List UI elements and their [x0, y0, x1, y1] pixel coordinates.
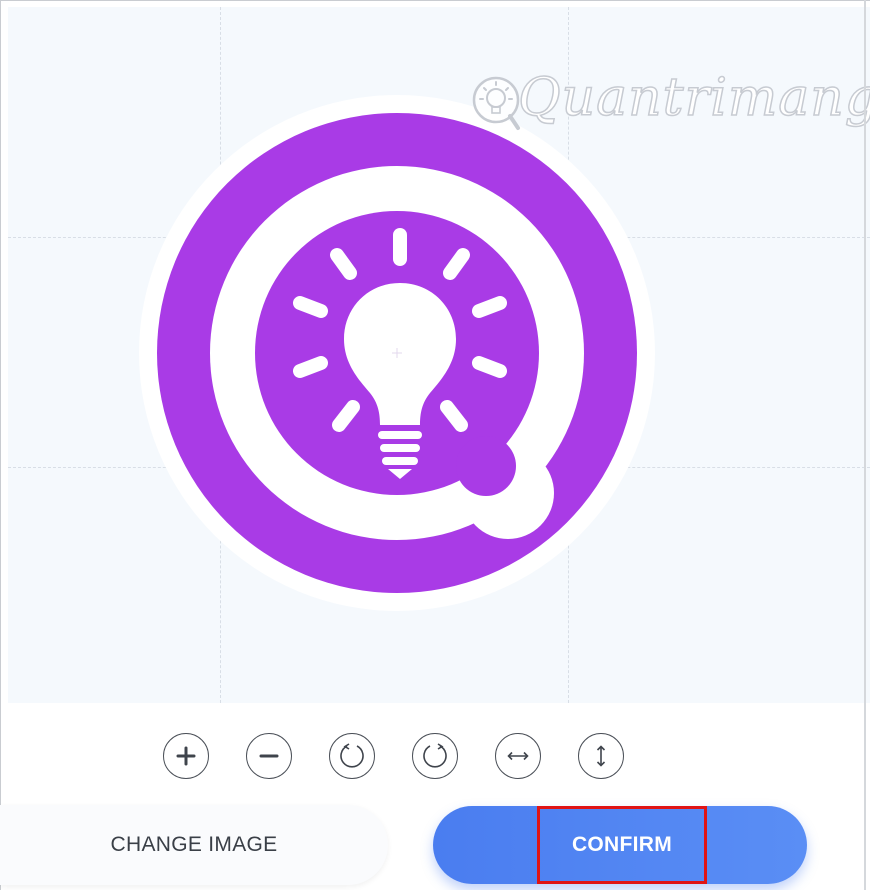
- confirm-label: CONFIRM: [571, 833, 673, 856]
- confirm-highlight-box: CONFIRM: [537, 806, 707, 884]
- watermark-logo: Quantrimang: [466, 62, 870, 152]
- watermark-text: Quantrimang: [517, 67, 870, 129]
- frame-border-top: [0, 0, 870, 1]
- confirm-button[interactable]: CONFIRM: [433, 806, 807, 884]
- image-crop-canvas[interactable]: Quantrimang: [8, 7, 870, 703]
- flip-horizontal-button[interactable]: [495, 733, 541, 779]
- rotate-right-icon: [423, 743, 447, 768]
- change-image-button[interactable]: CHANGE IMAGE: [0, 805, 388, 885]
- zoom-in-button[interactable]: [163, 733, 209, 779]
- frame-border-right: [864, 0, 866, 890]
- rotate-left-button[interactable]: [329, 733, 375, 779]
- lightbulb-icon: [472, 76, 520, 130]
- frame-border-left: [0, 0, 1, 890]
- horizontal-arrows-icon: [507, 751, 529, 761]
- vertical-arrows-icon: [596, 745, 606, 767]
- flip-vertical-button[interactable]: [578, 733, 624, 779]
- zoom-out-button[interactable]: [246, 733, 292, 779]
- rotate-right-button[interactable]: [412, 733, 458, 779]
- rotate-left-icon: [340, 743, 364, 768]
- change-image-label: CHANGE IMAGE: [110, 833, 278, 856]
- minus-icon: [259, 754, 279, 758]
- plus-icon: [176, 746, 196, 766]
